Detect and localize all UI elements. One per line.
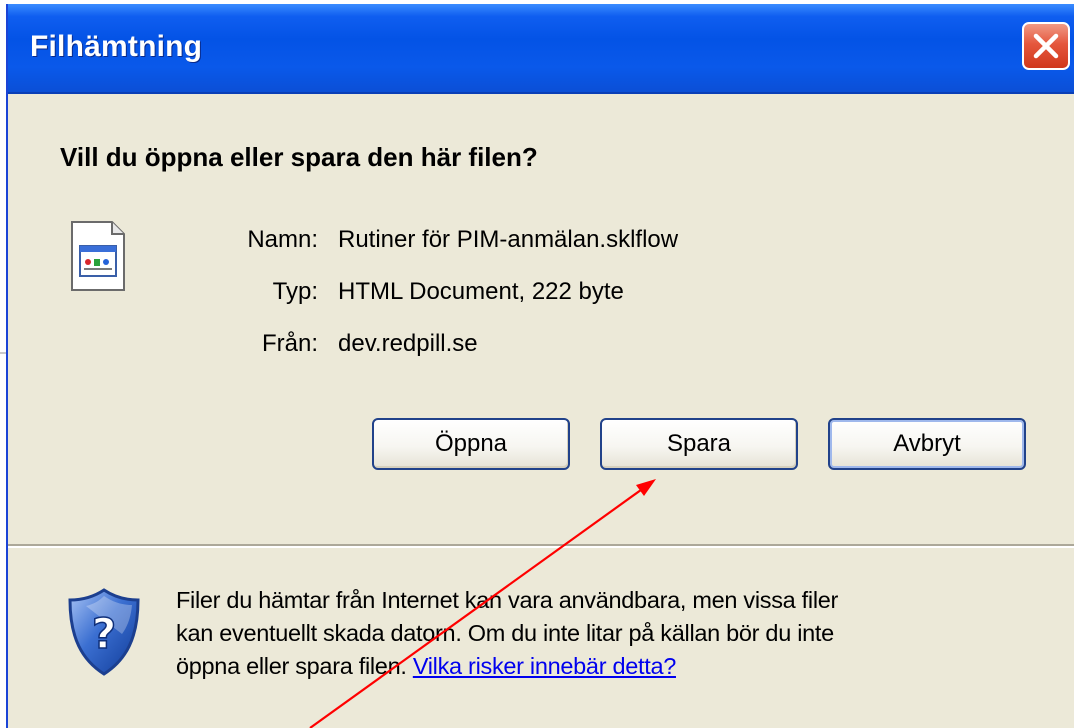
annotation-arrow (309, 479, 656, 728)
